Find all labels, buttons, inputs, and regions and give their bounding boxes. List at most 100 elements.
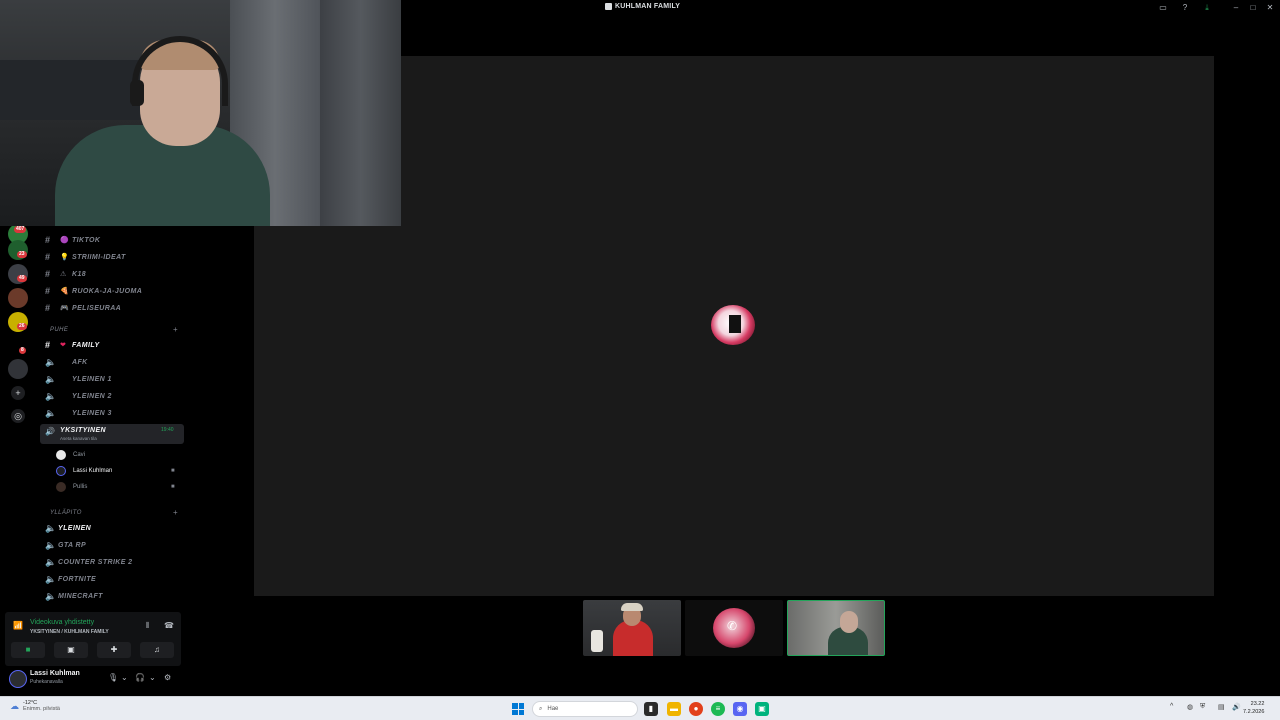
speaker-icon: 🔈 [45, 539, 57, 550]
chevron-up-icon[interactable]: ^ [1170, 703, 1173, 710]
text-channel[interactable]: # 🍕 RUOKA-JA-JUOMA [36, 283, 186, 299]
active-voice-channel[interactable]: 🔊 YKSITYINEN Aseta kanavan tila 19:40 [40, 424, 184, 444]
voice-channel[interactable]: 🔈 YLEINEN 2 [36, 388, 186, 404]
voice-channel[interactable]: 🔈 AFK [36, 354, 186, 370]
voice-channel[interactable]: 🔈 YLEINEN 1 [36, 371, 186, 387]
text-channel[interactable]: # ⚠ K18 [36, 266, 186, 282]
noise-suppression-icon[interactable]: ⫴ [146, 621, 149, 631]
gear-icon[interactable]: ⚙ [164, 673, 171, 682]
window-title-text: KUHLMAN FAMILY [615, 3, 681, 10]
maximize-icon[interactable]: □ [1248, 3, 1258, 13]
clock-date: 7.2.2026 [1243, 709, 1265, 715]
task-view-icon[interactable]: ▮ [644, 702, 658, 716]
avatar[interactable] [9, 670, 27, 688]
voice-channel[interactable]: 🔈 YLEINEN 3 [36, 405, 186, 421]
start-button[interactable] [512, 703, 524, 715]
shield-icon[interactable]: ⛨ [1200, 703, 1205, 711]
avatar-graphic [729, 315, 741, 333]
close-icon[interactable]: ✕ [1265, 3, 1275, 13]
volume-icon[interactable]: 🔊 [1232, 703, 1241, 711]
camera-icon: ■ [171, 468, 175, 474]
text-channel[interactable]: # 🎮 PELISEURAA [36, 300, 186, 316]
microphone-icon[interactable]: 🎙 [108, 673, 118, 682]
headset-cup [130, 80, 144, 106]
voice-channel[interactable]: 🔈 COUNTER STRIKE 2 [36, 554, 186, 570]
user-name[interactable]: Lassi Kuhlman [30, 670, 80, 677]
video-cap [621, 603, 643, 611]
channel-emoji: 🎮 [60, 305, 70, 312]
server-logo-icon [605, 3, 612, 10]
camera-icon: ■ [171, 484, 175, 490]
text-channel-family[interactable]: # ❤ FAMILY [36, 337, 186, 353]
hash-icon: # [45, 303, 51, 313]
hash-icon: # [45, 235, 51, 245]
voice-channel[interactable]: 🔈 FORTNITE [36, 571, 186, 587]
speaker-icon: 🔈 [45, 522, 57, 533]
add-channel-icon[interactable]: + [173, 325, 178, 334]
video-background [591, 630, 603, 652]
minimize-icon[interactable]: – [1231, 3, 1241, 13]
channel-name: YLEINEN 1 [72, 375, 112, 383]
participant-tile[interactable] [583, 600, 681, 656]
add-server-icon[interactable]: + [11, 386, 25, 400]
spotify-icon[interactable]: ≡ [711, 702, 725, 716]
weather-widget[interactable]: ☁ -12°C Enimm. pilvistä [10, 700, 60, 712]
category-yllapito[interactable]: YLLÄPITO [50, 510, 82, 516]
speaker-icon: 🔈 [45, 573, 57, 584]
network-icon[interactable]: ▤ [1218, 703, 1225, 711]
server-icon[interactable] [8, 288, 28, 308]
chevron-down-icon[interactable]: ⌄ [149, 673, 156, 682]
voice-channel[interactable]: 🔈 GTA RP [36, 537, 186, 553]
avatar [56, 466, 66, 476]
app-icon[interactable]: ▣ [755, 702, 769, 716]
taskbar-search[interactable]: ⌕ Hae [532, 701, 638, 717]
firefox-icon[interactable]: ● [689, 702, 703, 716]
camera-button[interactable]: ■ [11, 642, 45, 658]
file-explorer-icon[interactable]: ▬ [667, 702, 681, 716]
tray-app-icon[interactable]: ◍ [1187, 703, 1193, 711]
category-puhe[interactable]: PUHE [50, 327, 68, 333]
user-name: Pullis [73, 484, 88, 490]
voice-user[interactable]: Lassi Kuhlman ■ [56, 464, 186, 478]
participant-tile-speaking[interactable] [787, 600, 885, 656]
text-channel[interactable]: # 💡 STRIIMI-IDEAT [36, 249, 186, 265]
voice-channel[interactable]: 🔈 YLEINEN [36, 520, 186, 536]
channel-status-text[interactable]: Aseta kanavan tila [60, 436, 97, 441]
download-icon[interactable]: ⤓ [1202, 3, 1212, 13]
participant-tile[interactable]: ✆ [685, 600, 783, 656]
mention-badge: 8 [19, 347, 26, 354]
windows-logo-icon [512, 709, 518, 715]
system-clock[interactable]: 23.22 7.2.2026 [1243, 700, 1264, 716]
phone-icon: ✆ [727, 619, 738, 633]
disconnect-icon[interactable]: ☎ [164, 621, 174, 630]
clock-time: 23.22 [1250, 701, 1265, 707]
channel-name: STRIIMI-IDEAT [72, 253, 126, 261]
activities-button[interactable]: ✚ [97, 642, 131, 658]
discover-icon[interactable]: ◎ [11, 409, 25, 423]
add-channel-icon[interactable]: + [173, 508, 178, 517]
discord-icon[interactable]: ◉ [733, 702, 747, 716]
voice-channel[interactable]: 🔈 MINECRAFT [36, 588, 186, 604]
connection-location[interactable]: YKSITYINEN / KUHLMAN FAMILY [30, 629, 109, 635]
soundboard-button[interactable]: ♫ [140, 642, 174, 658]
screen-share-button[interactable]: ▣ [54, 642, 88, 658]
help-icon[interactable]: ? [1180, 3, 1190, 13]
cloud-icon: ☁ [10, 700, 19, 711]
screen-share-icon[interactable]: ▭ [1158, 3, 1168, 13]
text-channel[interactable]: # 🟣 TIKTOK [36, 232, 186, 248]
channel-emoji: 🍕 [60, 288, 70, 295]
channel-name: RUOKA-JA-JUOMA [72, 287, 143, 295]
channel-name: YKSITYINEN [60, 427, 107, 434]
channel-list: # 🟣 TIKTOK # 💡 STRIIMI-IDEAT # ⚠ K18 # 🍕… [36, 226, 186, 612]
user-name: Lassi Kuhlman [73, 468, 113, 474]
search-icon: ⌕ [539, 705, 543, 712]
server-icon[interactable] [8, 359, 28, 379]
signal-icon[interactable]: 📶 [13, 621, 23, 630]
voice-user[interactable]: Pullis ■ [56, 480, 186, 494]
voice-user[interactable]: Cavi [56, 448, 186, 462]
mention-badge: 26 [17, 323, 27, 330]
channel-name: K18 [72, 270, 87, 278]
webcam-overlay [0, 0, 401, 226]
headphones-icon[interactable]: 🎧 [135, 673, 145, 682]
chevron-down-icon[interactable]: ⌄ [121, 673, 128, 682]
